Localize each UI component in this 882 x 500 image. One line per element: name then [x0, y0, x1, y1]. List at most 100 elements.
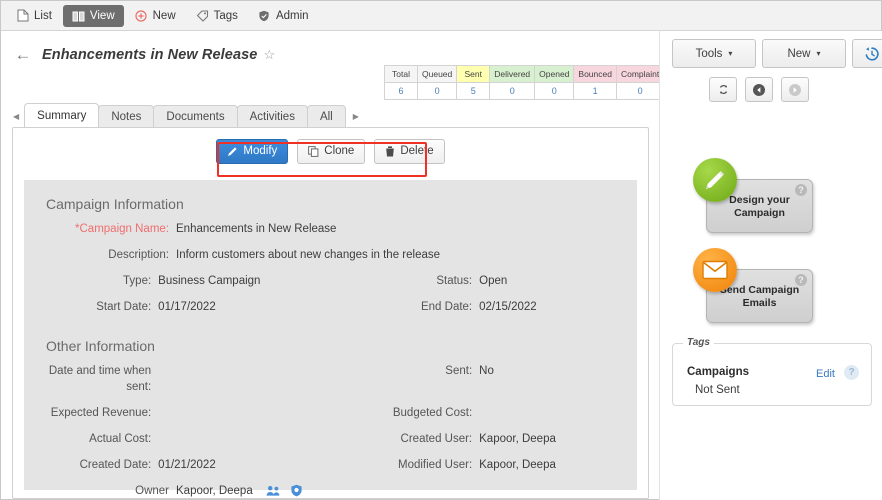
table-header-row: Total Queued Sent Delivered Opened Bounc…: [384, 65, 698, 83]
group-icon[interactable]: [266, 484, 281, 497]
chevron-left-icon[interactable]: ◀: [11, 112, 24, 128]
stats-value-delivered: 0: [489, 82, 536, 100]
envelope-badge-icon: [693, 248, 737, 292]
toolbar-item-tags[interactable]: Tags: [187, 5, 247, 27]
field-label: Start Date:: [96, 301, 152, 313]
stats-header-queued: Queued: [416, 65, 458, 83]
send-campaign-emails-card[interactable]: ? Send Campaign Emails: [693, 248, 813, 323]
record-header: ← Enhancements in New Release ☆: [1, 31, 659, 67]
field-label: End Date:: [420, 301, 473, 313]
table-row: 6 0 5 0 0 1 0 0: [384, 82, 698, 100]
record-details-area: Campaign Information *Campaign Name: Enh…: [24, 180, 637, 497]
modify-label: Modify: [243, 145, 278, 157]
star-icon[interactable]: ☆: [263, 47, 275, 63]
tab-all[interactable]: All: [306, 105, 346, 128]
field-dates: Start Date: 01/17/2022 End Date: 02/15/2…: [24, 294, 637, 320]
field-label: Created User:: [400, 433, 473, 445]
field-sent-datetime: Date and time when sent: Sent: No: [24, 358, 637, 400]
field-type-status: Type: Business Campaign Status: Open: [24, 268, 637, 294]
toolbar-item-admin[interactable]: Admin: [249, 5, 318, 27]
tab-notes[interactable]: Notes: [98, 105, 155, 128]
shield-check-icon: [258, 9, 271, 22]
plus-circle-icon: [135, 9, 148, 22]
field-description: Description: Inform customers about new …: [24, 242, 637, 268]
body-area: ← Enhancements in New Release ☆ Total Qu…: [1, 31, 882, 500]
sidebar: Tools ▾ New ▾ ? Design your Campaign ? S…: [659, 31, 882, 500]
document-icon: [16, 9, 29, 22]
design-campaign-card[interactable]: ? Design your Campaign: [693, 158, 813, 233]
field-label: Expected Revenue:: [50, 407, 152, 419]
stats-header-total: Total: [384, 65, 418, 83]
next-button[interactable]: [781, 77, 809, 102]
previous-arrow-icon: [752, 83, 766, 97]
tags-edit-link[interactable]: Edit: [816, 368, 835, 380]
copy-icon: [308, 145, 319, 157]
delete-label: Delete: [400, 145, 434, 157]
other-information-title: Other Information: [46, 338, 155, 354]
clone-button[interactable]: Clone: [297, 138, 366, 164]
field-value: No: [479, 365, 494, 377]
stats-header-sent: Sent: [456, 65, 491, 83]
field-created-date: Created Date: 01/21/2022 Modified User: …: [24, 452, 637, 478]
stats-header-delivered: Delivered: [489, 65, 536, 83]
refresh-button[interactable]: [709, 77, 737, 102]
book-icon: [72, 9, 85, 22]
campaign-information-title: Campaign Information: [46, 196, 184, 212]
shield-icon[interactable]: [290, 484, 303, 497]
tag-value: Not Sent: [695, 384, 740, 396]
tags-legend: Tags: [683, 337, 714, 348]
toolbar-item-label: New: [152, 9, 176, 22]
field-label: Date and time when sent:: [48, 365, 152, 393]
field-value: Kapoor, Deepa: [479, 433, 556, 445]
field-value: Enhancements in New Release: [176, 223, 337, 235]
field-campaign-name: *Campaign Name: Enhancements in New Rele…: [24, 216, 637, 242]
field-value: [158, 405, 364, 421]
previous-button[interactable]: [745, 77, 773, 102]
stats-value-complaint: 0: [615, 82, 665, 100]
field-label: Sent:: [445, 365, 473, 377]
trash-icon: [385, 145, 395, 157]
new-button[interactable]: New ▾: [762, 39, 846, 68]
field-label: *Campaign Name:: [75, 223, 169, 235]
history-button[interactable]: [852, 39, 882, 68]
delete-button[interactable]: Delete: [374, 138, 445, 164]
sidebar-button-row: Tools ▾ New ▾: [660, 31, 882, 68]
field-value: 01/17/2022: [158, 301, 216, 313]
stats-header-complaint: Complaint: [615, 65, 665, 83]
tag-group-name: Campaigns: [687, 366, 749, 378]
field-value: Kapoor, Deepa: [176, 485, 253, 497]
pencil-icon: [227, 146, 238, 157]
record-column: ← Enhancements in New Release ☆ Total Qu…: [1, 31, 698, 500]
tab-bar: ◀ Summary Notes Documents Activities All…: [1, 101, 659, 128]
tab-summary[interactable]: Summary: [24, 103, 100, 128]
history-clock-icon: [863, 45, 881, 63]
modify-button[interactable]: Modify: [216, 138, 289, 164]
new-label: New: [787, 47, 811, 60]
chevron-right-icon[interactable]: ▶: [345, 112, 364, 128]
toolbar-item-label: Admin: [275, 9, 309, 22]
email-stats-table: Total Queued Sent Delivered Opened Bounc…: [384, 65, 698, 100]
tools-button[interactable]: Tools ▾: [672, 39, 756, 68]
summary-panel: Modify Clone Delete Campaign Information…: [12, 127, 649, 499]
stats-value-queued: 0: [416, 82, 458, 100]
tab-activities[interactable]: Activities: [236, 105, 308, 128]
tags-panel: Tags Campaigns Not Sent Edit ?: [672, 337, 872, 406]
stats-header-opened: Opened: [534, 65, 575, 83]
field-expected-revenue: Expected Revenue: Budgeted Cost:: [24, 400, 637, 426]
toolbar-item-view[interactable]: View: [62, 4, 124, 27]
toolbar-item-list[interactable]: List: [7, 5, 61, 27]
field-value: 01/21/2022: [158, 459, 216, 471]
tools-label: Tools: [695, 47, 723, 60]
top-toolbar: List View New Tags Admin: [1, 1, 881, 31]
stats-value-bounced: 1: [573, 82, 617, 100]
tab-documents[interactable]: Documents: [153, 105, 238, 128]
chevron-down-icon: ▾: [728, 49, 733, 58]
next-arrow-icon: [788, 83, 802, 97]
field-label: Created Date:: [79, 459, 152, 471]
back-arrow-icon[interactable]: ←: [13, 45, 33, 65]
help-icon[interactable]: ?: [844, 365, 859, 380]
record-navigation: [660, 68, 882, 102]
field-actual-cost: Actual Cost: Created User: Kapoor, Deepa: [24, 426, 637, 452]
chevron-down-icon: ▾: [816, 49, 821, 58]
toolbar-item-new[interactable]: New: [126, 5, 185, 27]
